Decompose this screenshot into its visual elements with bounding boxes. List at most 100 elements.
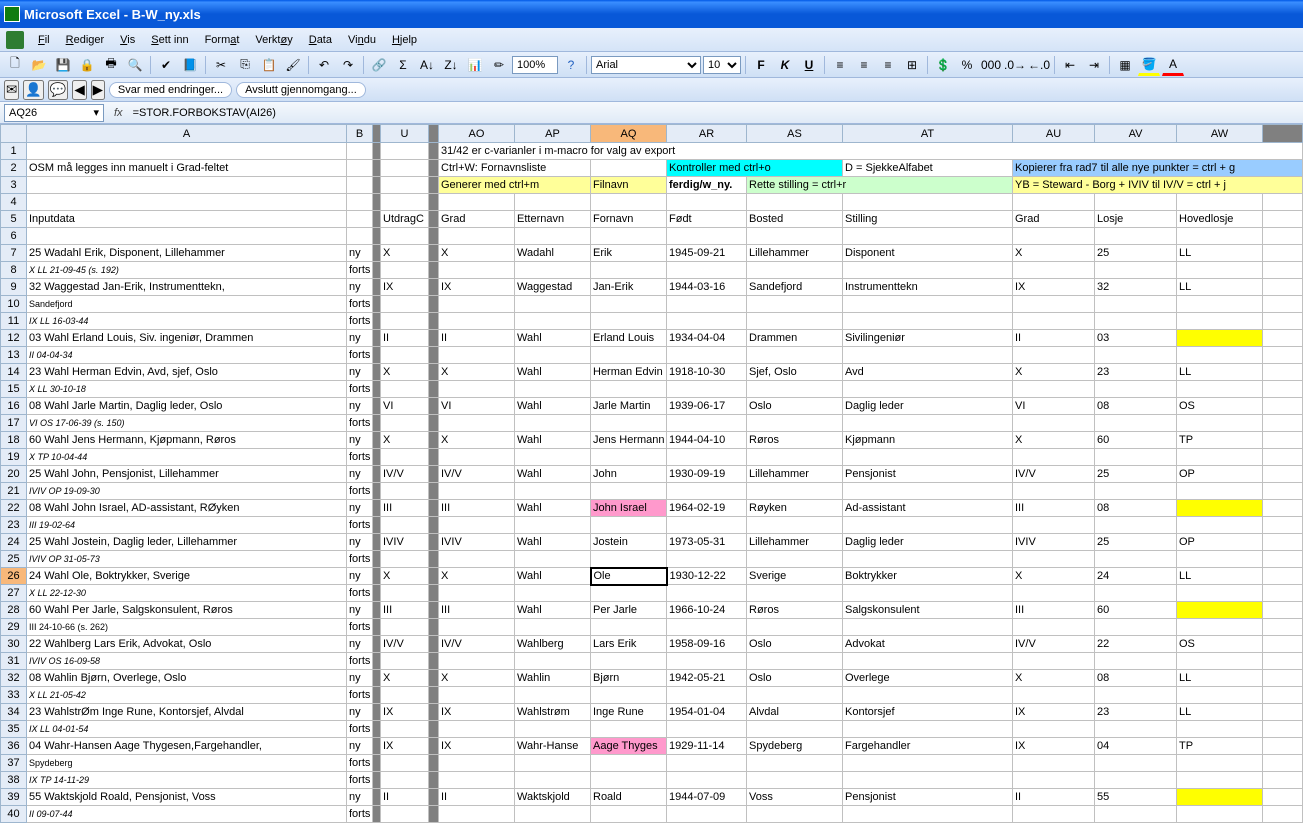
cell-AO[interactable] bbox=[439, 806, 515, 823]
cell-AT[interactable] bbox=[843, 551, 1013, 568]
cell-AS[interactable]: Lillehammer bbox=[747, 534, 843, 551]
cell[interactable] bbox=[667, 194, 747, 211]
cell-AP[interactable]: Wadahl bbox=[515, 245, 591, 262]
cell-U[interactable]: III bbox=[381, 602, 429, 619]
cell-AV[interactable]: 25 bbox=[1095, 534, 1177, 551]
cell-AR[interactable]: 1945-09-21 bbox=[667, 245, 747, 262]
row-header-1[interactable]: 1 bbox=[1, 143, 27, 160]
cell-AW[interactable] bbox=[1177, 296, 1263, 313]
cell-AW[interactable] bbox=[1177, 755, 1263, 772]
inc-decimal-button[interactable]: .0→ bbox=[1004, 54, 1026, 76]
cell-AU[interactable] bbox=[1013, 755, 1095, 772]
cell-AR[interactable]: 1973-05-31 bbox=[667, 534, 747, 551]
cell-AT[interactable]: Daglig leder bbox=[843, 398, 1013, 415]
cell-AP[interactable]: Wahl bbox=[515, 330, 591, 347]
row-header-13[interactable]: 13 bbox=[1, 347, 27, 364]
comma-button[interactable]: 000 bbox=[980, 54, 1002, 76]
row-header-20[interactable]: 20 bbox=[1, 466, 27, 483]
cell[interactable] bbox=[1263, 534, 1303, 551]
cell-AR[interactable]: 1958-09-16 bbox=[667, 636, 747, 653]
borders-button[interactable]: ▦ bbox=[1114, 54, 1136, 76]
research-button[interactable]: 📘 bbox=[179, 54, 201, 76]
cell[interactable] bbox=[1263, 194, 1303, 211]
cell[interactable]: Fornavn bbox=[591, 211, 667, 228]
cell-AQ[interactable]: Inge Rune bbox=[591, 704, 667, 721]
cell[interactable] bbox=[1263, 415, 1303, 432]
cell-AQ[interactable] bbox=[591, 449, 667, 466]
cell[interactable]: Kopierer fra rad7 til alle nye punkter =… bbox=[1013, 160, 1303, 177]
cell-U[interactable] bbox=[381, 483, 429, 500]
col-header-AQ[interactable]: AQ bbox=[591, 125, 667, 143]
cell-B[interactable]: forts bbox=[347, 347, 373, 364]
row-header-24[interactable]: 24 bbox=[1, 534, 27, 551]
cell-AQ[interactable]: Jarle Martin bbox=[591, 398, 667, 415]
col-header-AR[interactable]: AR bbox=[667, 125, 747, 143]
col-header-AU[interactable]: AU bbox=[1013, 125, 1095, 143]
comment-button[interactable]: 💬 bbox=[48, 80, 69, 100]
cell-A[interactable]: X LL 21-05-42 bbox=[27, 687, 347, 704]
sort-asc-button[interactable]: A↓ bbox=[416, 54, 438, 76]
cell-AV[interactable]: 60 bbox=[1095, 432, 1177, 449]
cell-U[interactable] bbox=[381, 721, 429, 738]
cell[interactable] bbox=[1177, 194, 1263, 211]
row-header-15[interactable]: 15 bbox=[1, 381, 27, 398]
cell[interactable]: Bosted bbox=[747, 211, 843, 228]
cell-AW[interactable] bbox=[1177, 449, 1263, 466]
sort-desc-button[interactable]: Z↓ bbox=[440, 54, 462, 76]
cell[interactable] bbox=[591, 228, 667, 245]
cell-AU[interactable] bbox=[1013, 449, 1095, 466]
cell-AP[interactable] bbox=[515, 262, 591, 279]
cell-A1[interactable] bbox=[27, 143, 347, 160]
dec-indent-button[interactable]: ⇤ bbox=[1059, 54, 1081, 76]
cell[interactable] bbox=[1263, 789, 1303, 806]
cell-AU[interactable]: III bbox=[1013, 602, 1095, 619]
cell-AQ[interactable] bbox=[591, 313, 667, 330]
cell-AR[interactable]: 1966-10-24 bbox=[667, 602, 747, 619]
cell-AS[interactable] bbox=[747, 262, 843, 279]
cell-AT[interactable]: Pensjonist bbox=[843, 466, 1013, 483]
row-header-8[interactable]: 8 bbox=[1, 262, 27, 279]
cell-AR[interactable]: 1942-05-21 bbox=[667, 670, 747, 687]
cell-AV[interactable]: 60 bbox=[1095, 602, 1177, 619]
cell-AQ[interactable] bbox=[591, 721, 667, 738]
cell-AP[interactable]: Wahlstrøm bbox=[515, 704, 591, 721]
cell[interactable] bbox=[1263, 687, 1303, 704]
row-header-7[interactable]: 7 bbox=[1, 245, 27, 262]
cell[interactable] bbox=[1013, 194, 1095, 211]
cell-AS[interactable] bbox=[747, 806, 843, 823]
cell-A[interactable]: 08 Wahlin Bjørn, Overlege, Oslo bbox=[27, 670, 347, 687]
cell-AO[interactable] bbox=[439, 313, 515, 330]
cell[interactable] bbox=[1263, 398, 1303, 415]
cell[interactable] bbox=[1263, 721, 1303, 738]
cell-AS[interactable] bbox=[747, 687, 843, 704]
cell-AQ[interactable] bbox=[591, 415, 667, 432]
cell-A[interactable]: IX LL 04-01-54 bbox=[27, 721, 347, 738]
cell-AQ[interactable] bbox=[591, 517, 667, 534]
formula-input[interactable]: =STOR.FORBOKSTAV(AI26) bbox=[129, 107, 1303, 119]
cell-B2[interactable] bbox=[347, 160, 373, 177]
cell-AP[interactable] bbox=[515, 296, 591, 313]
cell-AP[interactable]: Wahr-Hanse bbox=[515, 738, 591, 755]
cell-AO[interactable] bbox=[439, 347, 515, 364]
cell[interactable]: ferdig/w_ny. bbox=[667, 177, 747, 194]
cell-AT[interactable] bbox=[843, 619, 1013, 636]
cell-AV[interactable] bbox=[1095, 772, 1177, 789]
cell-AO[interactable]: VI bbox=[439, 398, 515, 415]
cell-AS[interactable] bbox=[747, 313, 843, 330]
cell-AR[interactable] bbox=[667, 517, 747, 534]
cell-AP[interactable] bbox=[515, 806, 591, 823]
cell-AV[interactable]: 22 bbox=[1095, 636, 1177, 653]
menu-data[interactable]: Data bbox=[301, 30, 340, 50]
row-header-11[interactable]: 11 bbox=[1, 313, 27, 330]
cell-AW[interactable] bbox=[1177, 653, 1263, 670]
cell-A[interactable]: 32 Waggestad Jan-Erik, Instrumenttekn, bbox=[27, 279, 347, 296]
cell-AP[interactable] bbox=[515, 755, 591, 772]
cell-AO[interactable]: X bbox=[439, 364, 515, 381]
row-header-5[interactable]: 5 bbox=[1, 211, 27, 228]
col-header-hidden[interactable] bbox=[373, 125, 381, 143]
cell-AW[interactable] bbox=[1177, 772, 1263, 789]
cell-AT[interactable]: Disponent bbox=[843, 245, 1013, 262]
cell[interactable] bbox=[1095, 194, 1177, 211]
cell-A[interactable]: 04 Wahr-Hansen Aage Thygesen,Fargehandle… bbox=[27, 738, 347, 755]
menu-verktoy[interactable]: Verktøy bbox=[247, 30, 300, 50]
